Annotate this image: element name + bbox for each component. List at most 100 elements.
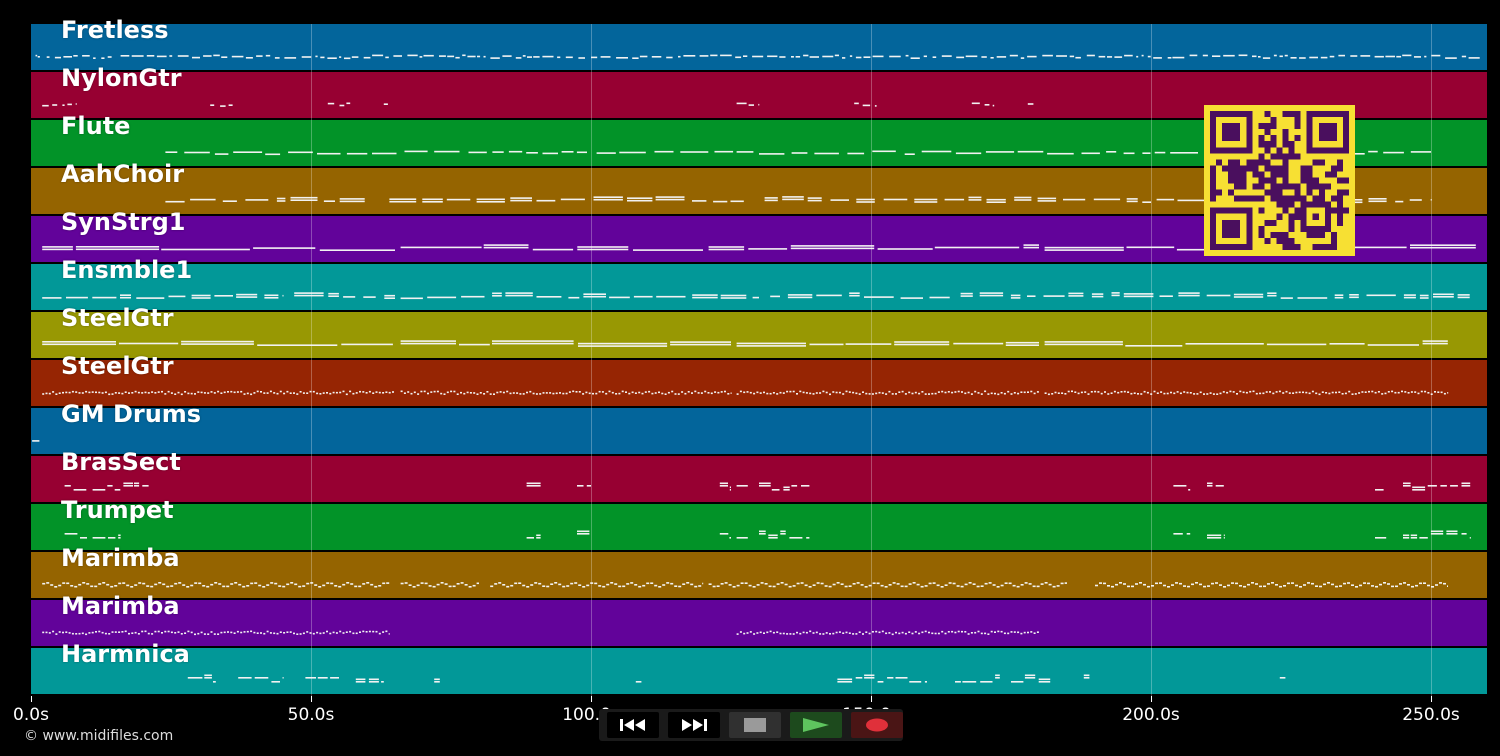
stop-button[interactable] bbox=[729, 712, 781, 738]
note bbox=[1295, 391, 1298, 394]
note bbox=[632, 57, 639, 59]
note bbox=[400, 297, 423, 300]
note bbox=[92, 296, 117, 299]
note bbox=[710, 392, 713, 395]
note bbox=[344, 57, 351, 60]
note bbox=[1446, 530, 1458, 533]
rewind-button[interactable] bbox=[607, 712, 659, 738]
note bbox=[339, 630, 342, 633]
note bbox=[1199, 583, 1202, 586]
note bbox=[91, 391, 94, 393]
note bbox=[162, 583, 166, 586]
note bbox=[154, 630, 157, 633]
note bbox=[114, 392, 117, 394]
note bbox=[359, 390, 361, 393]
note bbox=[1083, 674, 1090, 677]
note bbox=[86, 583, 90, 585]
note bbox=[856, 198, 875, 201]
note bbox=[892, 582, 896, 584]
note bbox=[848, 632, 851, 634]
note bbox=[782, 196, 804, 198]
note bbox=[238, 583, 242, 586]
note bbox=[1288, 392, 1291, 394]
note bbox=[1461, 485, 1471, 487]
note bbox=[662, 584, 666, 586]
note bbox=[932, 56, 937, 58]
play-button[interactable] bbox=[790, 712, 842, 738]
note bbox=[995, 674, 1000, 677]
fast-forward-button[interactable] bbox=[668, 712, 720, 738]
note bbox=[972, 583, 976, 585]
note bbox=[279, 390, 282, 393]
note bbox=[161, 632, 163, 634]
note bbox=[968, 199, 982, 201]
note bbox=[1334, 294, 1344, 296]
note bbox=[440, 582, 444, 584]
note bbox=[1064, 582, 1067, 584]
note bbox=[904, 153, 915, 155]
note bbox=[1368, 198, 1387, 200]
note bbox=[1236, 393, 1238, 395]
note bbox=[45, 392, 48, 395]
note bbox=[294, 292, 324, 294]
note bbox=[332, 631, 335, 634]
note bbox=[736, 393, 739, 395]
note bbox=[783, 486, 790, 489]
note bbox=[164, 630, 167, 633]
note bbox=[655, 198, 685, 201]
track-name: Harmnica bbox=[61, 640, 190, 668]
note bbox=[439, 55, 446, 57]
note bbox=[102, 582, 106, 584]
note bbox=[443, 393, 446, 395]
note bbox=[1126, 200, 1138, 203]
note bbox=[720, 391, 723, 393]
note bbox=[878, 391, 881, 394]
note bbox=[359, 631, 361, 633]
note bbox=[670, 341, 731, 343]
note bbox=[75, 391, 78, 393]
note-track bbox=[32, 440, 40, 442]
note bbox=[214, 295, 233, 297]
note bbox=[1329, 55, 1335, 58]
note bbox=[812, 393, 815, 395]
note bbox=[1030, 390, 1033, 393]
note bbox=[555, 392, 558, 395]
track-name: BrasSect bbox=[61, 448, 181, 476]
note bbox=[680, 151, 709, 153]
note bbox=[1147, 585, 1150, 588]
note bbox=[1287, 582, 1290, 585]
note bbox=[35, 54, 38, 57]
note bbox=[322, 392, 325, 394]
note bbox=[142, 485, 149, 487]
note bbox=[81, 392, 84, 394]
note bbox=[578, 57, 585, 59]
record-button[interactable] bbox=[851, 712, 903, 738]
note bbox=[670, 343, 731, 346]
note bbox=[1363, 582, 1366, 584]
note bbox=[1104, 391, 1106, 393]
note bbox=[771, 489, 780, 491]
note bbox=[233, 632, 236, 634]
note bbox=[885, 632, 888, 635]
note bbox=[246, 585, 250, 587]
note bbox=[1437, 391, 1440, 393]
note bbox=[253, 392, 256, 394]
note bbox=[1335, 391, 1337, 394]
note bbox=[911, 392, 914, 395]
note bbox=[1103, 582, 1106, 585]
note bbox=[720, 297, 747, 299]
note bbox=[699, 55, 709, 57]
note bbox=[931, 632, 934, 635]
note bbox=[1012, 584, 1016, 587]
note bbox=[165, 151, 178, 153]
note bbox=[118, 534, 121, 537]
qr-code[interactable] bbox=[1204, 105, 1355, 256]
note bbox=[872, 150, 896, 153]
note bbox=[1037, 200, 1057, 202]
note bbox=[1231, 582, 1234, 584]
note bbox=[729, 537, 731, 539]
note bbox=[976, 585, 980, 588]
note bbox=[932, 582, 936, 584]
note bbox=[1023, 631, 1026, 634]
note bbox=[240, 631, 243, 634]
